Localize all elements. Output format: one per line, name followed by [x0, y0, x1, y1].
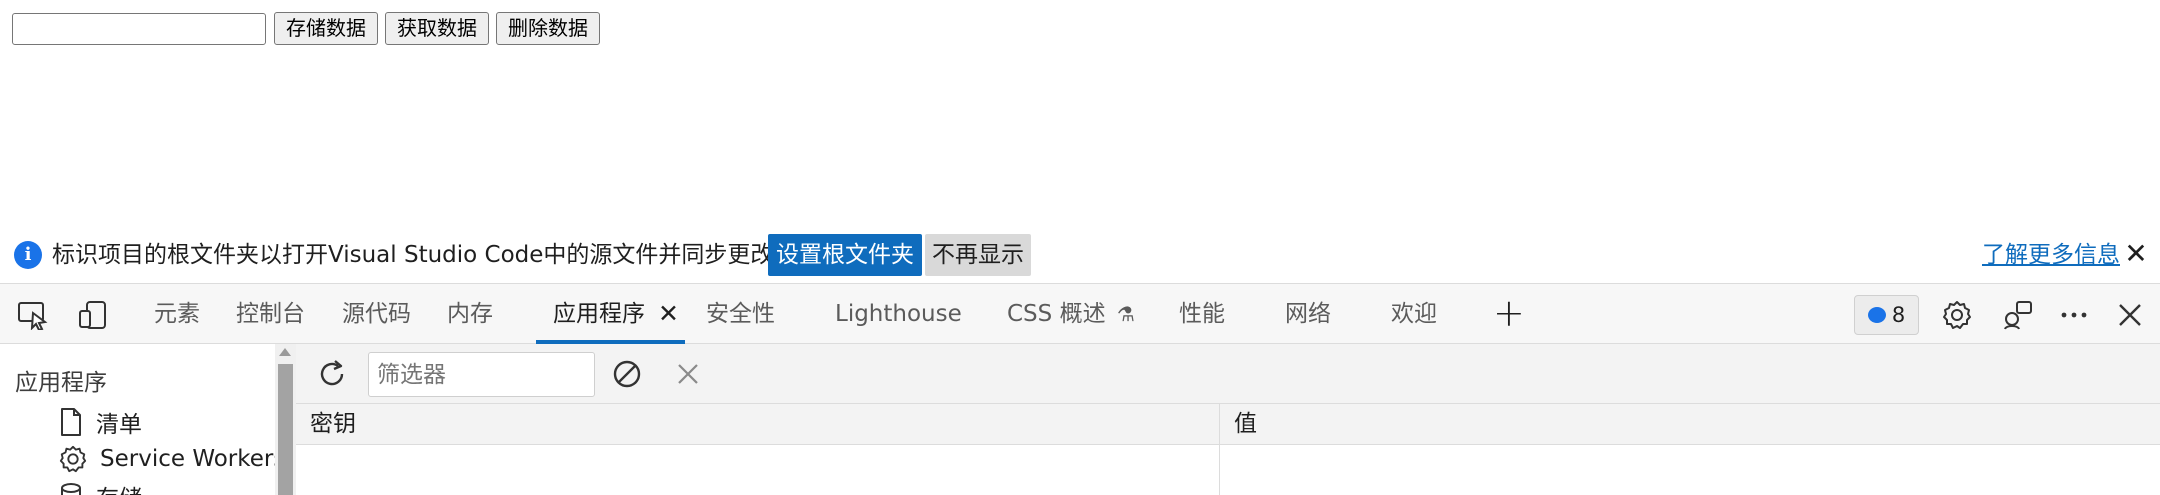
tab-console[interactable]: 控制台 — [236, 284, 305, 344]
experiment-flask-icon: ⚗ — [1116, 302, 1135, 326]
tab-security[interactable]: 安全性 — [706, 284, 775, 344]
learn-more-link[interactable]: 了解更多信息 — [1982, 240, 2120, 270]
clear-all-icon[interactable] — [609, 356, 645, 392]
tab-welcome[interactable]: 欢迎 — [1391, 284, 1437, 344]
add-tab-icon[interactable]: + — [1493, 284, 1525, 342]
tab-sources[interactable]: 源代码 — [342, 284, 411, 344]
column-key-header[interactable]: 密钥 — [296, 404, 356, 444]
device-emulation-icon[interactable] — [76, 298, 110, 332]
storage-toolbar — [296, 344, 2160, 404]
data-input[interactable] — [12, 13, 266, 45]
info-message: 标识项目的根文件夹以打开Visual Studio Code中的源文件并同步更改… — [52, 242, 797, 268]
table-header: 密钥 值 — [296, 404, 2160, 445]
tab-memory[interactable]: 内存 — [447, 284, 493, 344]
devtools-tabstrip: 元素 控制台 源代码 内存 应用程序 ✕ 安全性 Lighthouse CSS … — [0, 283, 2160, 344]
tab-performance[interactable]: 性能 — [1179, 284, 1225, 344]
close-icon[interactable]: ✕ — [2124, 238, 2148, 270]
get-data-button[interactable]: 获取数据 — [385, 12, 489, 45]
tab-css-overview[interactable]: CSS 概述 ⚗ — [1007, 284, 1135, 344]
document-icon — [61, 408, 81, 436]
gear-icon — [59, 445, 87, 473]
sidebar-item-manifest[interactable]: 清单 — [58, 405, 142, 439]
scroll-up-arrow-icon[interactable] — [279, 348, 291, 356]
close-tab-icon[interactable]: ✕ — [658, 284, 679, 344]
delete-data-button[interactable]: 删除数据 — [496, 12, 600, 45]
application-sidebar: 应用程序 清单 Service Workers 存储 — [0, 344, 296, 495]
sidebar-item-label: Service Workers — [100, 446, 286, 472]
issues-badge[interactable]: 8 — [1854, 295, 1919, 335]
dont-show-again-button[interactable]: 不再显示 — [925, 234, 1031, 276]
more-options-icon[interactable] — [2057, 298, 2091, 332]
tab-lighthouse[interactable]: Lighthouse — [835, 284, 962, 344]
store-data-button[interactable]: 存储数据 — [274, 12, 378, 45]
info-bar: i 标识项目的根文件夹以打开Visual Studio Code中的源文件并同步… — [0, 226, 2160, 283]
sidebar-item-storage[interactable]: 存储 — [58, 479, 142, 495]
sidebar-scrollbar[interactable] — [275, 344, 296, 495]
column-value-header[interactable]: 值 — [1220, 404, 1257, 444]
issues-icon — [1867, 307, 1886, 323]
tab-network[interactable]: 网络 — [1285, 284, 1331, 344]
tab-elements[interactable]: 元素 — [154, 284, 200, 344]
delete-selected-icon[interactable] — [670, 356, 706, 392]
sidebar-section-title: 应用程序 — [15, 370, 107, 396]
settings-gear-icon[interactable] — [1940, 298, 1974, 332]
set-root-folder-button[interactable]: 设置根文件夹 — [768, 234, 922, 276]
column-divider — [1219, 404, 1220, 495]
scrollbar-thumb[interactable] — [278, 364, 293, 495]
filter-input[interactable] — [368, 352, 595, 397]
issues-count: 8 — [1891, 303, 1906, 327]
storage-panel: 密钥 值 — [296, 344, 2160, 495]
sidebar-item-label: 存储 — [96, 479, 142, 495]
inspect-element-icon[interactable] — [16, 298, 50, 332]
sidebar-item-service-workers[interactable]: Service Workers — [58, 442, 285, 476]
database-icon — [61, 483, 81, 495]
refresh-icon[interactable] — [314, 356, 350, 392]
tab-application[interactable]: 应用程序 — [553, 284, 645, 344]
info-icon: i — [14, 241, 42, 269]
sidebar-item-label: 清单 — [96, 412, 142, 438]
feedback-icon[interactable] — [2000, 298, 2034, 332]
tab-css-overview-label: CSS 概述 — [1007, 301, 1106, 327]
web-page: 存储数据 获取数据 删除数据 — [0, 0, 2160, 226]
close-devtools-icon[interactable] — [2113, 298, 2147, 332]
